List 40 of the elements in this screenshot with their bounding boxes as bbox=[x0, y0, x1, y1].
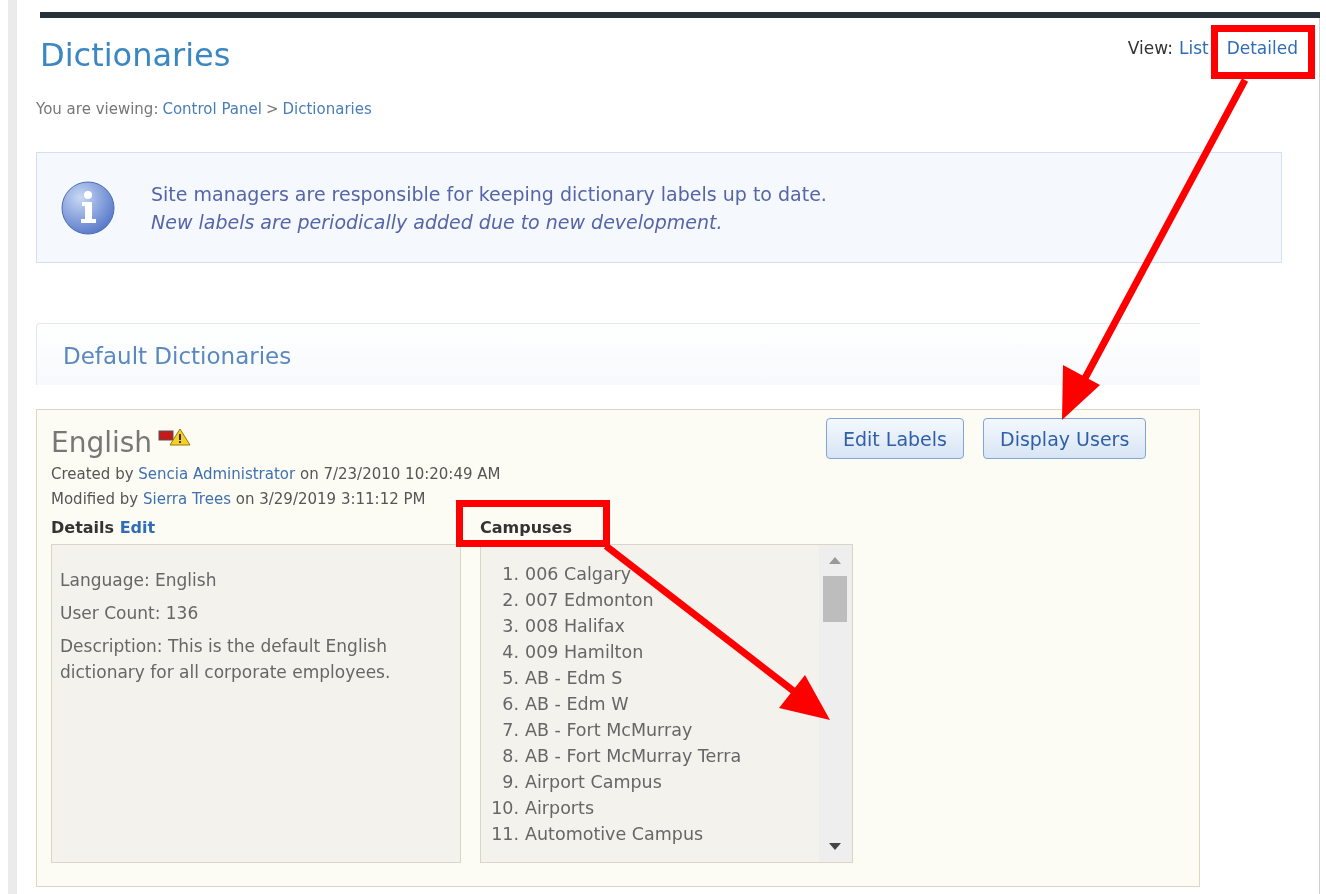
detail-text: User Count: 136 bbox=[60, 602, 200, 625]
edit-link[interactable]: Edit bbox=[119, 518, 156, 537]
campus-item: 5. AB - Edm S bbox=[501, 667, 624, 690]
dictionary-name: English bbox=[51, 426, 153, 459]
view-label: View: bbox=[1127, 38, 1173, 58]
campus-item: 7. AB - Fort McMurray bbox=[501, 719, 694, 742]
view-link[interactable]: List bbox=[1178, 38, 1209, 58]
page-title: Dictionaries bbox=[40, 36, 231, 74]
details-heading: Details bbox=[51, 518, 115, 537]
info-message: Site managers are responsible for keeping dictionary labels up to date. New labels are periodically added due to new development. bbox=[151, 181, 827, 235]
detail-text: Language: English bbox=[60, 569, 218, 592]
warning-flag-icon bbox=[158, 428, 193, 446]
scroll-up-icon[interactable] bbox=[829, 557, 841, 564]
campus-item: 9. Airport Campus bbox=[501, 771, 663, 794]
section-header: Default Dictionaries bbox=[36, 323, 1200, 385]
campus-item: 1. 006 Calgary bbox=[501, 563, 633, 586]
campus-item: 11. Automotive Campus bbox=[491, 823, 705, 846]
breadcrumb-link[interactable]: Dictionaries bbox=[282, 100, 372, 118]
campus-item: 6. AB - Edm W bbox=[501, 693, 630, 716]
scrollbar[interactable] bbox=[819, 545, 852, 862]
breadcrumb-separator: > bbox=[265, 100, 279, 118]
campus-item: 4. 009 Hamilton bbox=[501, 641, 645, 664]
campuses-heading: Campuses bbox=[480, 518, 572, 537]
info-icon bbox=[61, 180, 115, 235]
campus-item: 2. 007 Edmonton bbox=[501, 589, 655, 612]
breadcrumb-link[interactable]: Control Panel bbox=[162, 100, 262, 118]
created-info: Created by Sencia Administrator on 7/23/2010 10:20:49 AM bbox=[51, 464, 502, 485]
breadcrumb-label: You are viewing: bbox=[36, 100, 159, 118]
action-button[interactable]: Display Users bbox=[983, 418, 1147, 459]
campus-item: 10. Airports bbox=[491, 797, 596, 820]
detail-text: Description: This is the default English dictionary for all corporate employees. bbox=[60, 635, 392, 684]
campus-item: 8. AB - Fort McMurray Terra bbox=[501, 745, 743, 768]
action-button[interactable]: Edit Labels bbox=[826, 418, 964, 459]
user-link[interactable]: Sierra Trees bbox=[142, 490, 231, 508]
view-link[interactable]: Detailed bbox=[1226, 38, 1298, 58]
user-link[interactable]: Sencia Administrator bbox=[138, 465, 296, 483]
scroll-thumb[interactable] bbox=[823, 576, 847, 622]
campus-item: 3. 008 Halifax bbox=[501, 615, 626, 638]
modified-info: Modified by Sierra Trees on 3/29/2019 3:11:12 PM bbox=[51, 489, 427, 510]
scroll-down-icon[interactable] bbox=[829, 843, 841, 850]
